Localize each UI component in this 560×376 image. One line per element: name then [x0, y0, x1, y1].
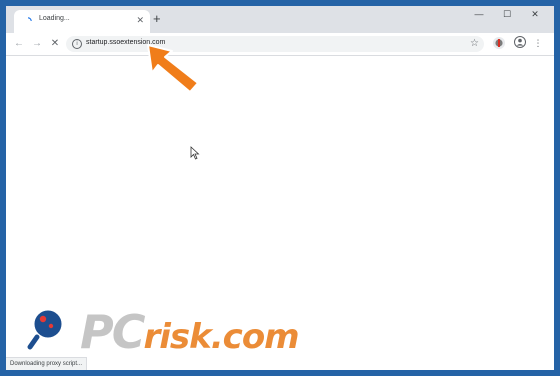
- mouse-cursor-icon: [190, 146, 200, 160]
- close-window-button[interactable]: ✕: [526, 9, 544, 20]
- magnifier-logo-icon: [27, 307, 65, 350]
- watermark-risk: risk.com: [143, 317, 299, 357]
- back-button[interactable]: ←: [12, 37, 26, 51]
- loading-spinner-icon: [27, 17, 32, 22]
- watermark-text: PCrisk.com: [80, 304, 300, 365]
- watermark-pc: PC: [80, 305, 145, 359]
- info-icon[interactable]: i: [72, 39, 82, 49]
- status-bar: Downloading proxy script...: [6, 357, 88, 370]
- browser-frame: Loading... ✕ + — ☐ ✕ ← → ✕ i startup.sso…: [0, 0, 560, 376]
- address-bar[interactable]: i startup.ssoextension.com ☆: [66, 36, 484, 52]
- extension-icon[interactable]: [493, 37, 505, 49]
- new-tab-button[interactable]: +: [153, 12, 161, 26]
- profile-icon[interactable]: [514, 36, 526, 48]
- tab-strip: Loading... ✕ + — ☐ ✕: [6, 6, 554, 33]
- tab-title: Loading...: [39, 15, 70, 22]
- minimize-button[interactable]: —: [470, 9, 488, 19]
- menu-icon[interactable]: ⋮: [533, 37, 543, 49]
- tab-loading[interactable]: Loading... ✕: [14, 10, 150, 33]
- tab-close-icon[interactable]: ✕: [136, 15, 144, 25]
- browser-window: Loading... ✕ + — ☐ ✕ ← → ✕ i startup.sso…: [6, 6, 554, 370]
- star-icon[interactable]: ☆: [470, 37, 479, 51]
- stop-button[interactable]: ✕: [48, 37, 62, 51]
- browser-toolbar: ← → ✕ i startup.ssoextension.com ☆ ⋮: [6, 33, 554, 56]
- forward-button[interactable]: →: [30, 37, 44, 51]
- maximize-button[interactable]: ☐: [498, 9, 516, 20]
- orange-arrow-icon: [147, 44, 199, 93]
